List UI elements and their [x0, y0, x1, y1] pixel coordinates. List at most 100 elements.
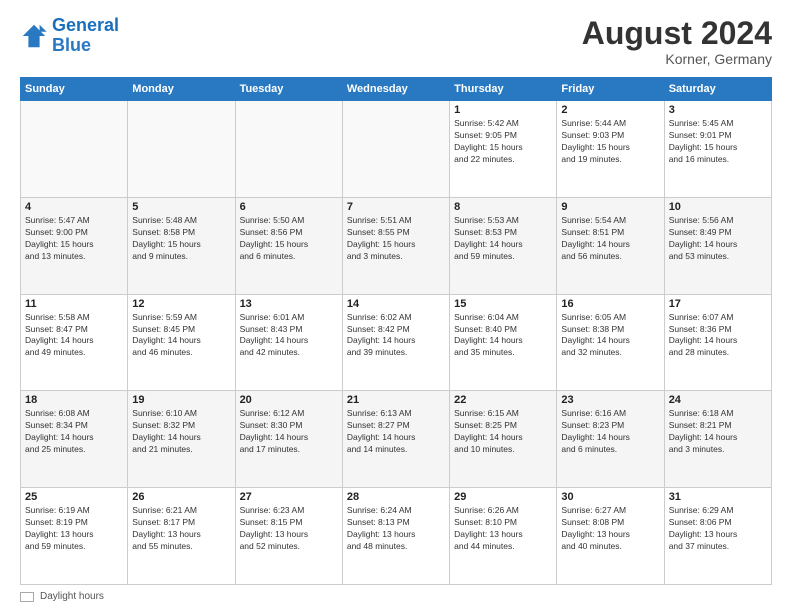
day-number: 15 — [454, 298, 552, 310]
location: Korner, Germany — [582, 51, 772, 67]
day-info: Sunrise: 6:26 AM Sunset: 8:10 PM Dayligh… — [454, 505, 552, 553]
day-info: Sunrise: 5:54 AM Sunset: 8:51 PM Dayligh… — [561, 215, 659, 263]
day-number: 19 — [132, 394, 230, 406]
calendar-cell: 9Sunrise: 5:54 AM Sunset: 8:51 PM Daylig… — [557, 197, 664, 294]
calendar-cell — [342, 101, 449, 198]
calendar-cell: 2 Sunrise: 5:44 AM Sunset: 9:03 PM Daylig… — [557, 101, 664, 198]
day-number: 11 — [25, 298, 123, 310]
day-info: Sunrise: 6:27 AM Sunset: 8:08 PM Dayligh… — [561, 505, 659, 553]
calendar-cell: 12Sunrise: 5:59 AM Sunset: 8:45 PM Dayli… — [128, 294, 235, 391]
calendar-cell: 19Sunrise: 6:10 AM Sunset: 8:32 PM Dayli… — [128, 391, 235, 488]
day-number: 26 — [132, 491, 230, 503]
calendar-cell: 8Sunrise: 5:53 AM Sunset: 8:53 PM Daylig… — [450, 197, 557, 294]
day-info: Sunrise: 6:07 AM Sunset: 8:36 PM Dayligh… — [669, 312, 767, 360]
title-block: August 2024 Korner, Germany — [582, 16, 772, 67]
calendar-cell: 15 Sunrise: 6:04 AM Sunset: 8:40 PM Dayli… — [450, 294, 557, 391]
day-number: 17 — [669, 298, 767, 310]
calendar-cell — [128, 101, 235, 198]
day-header-tuesday: Tuesday — [235, 78, 342, 101]
day-info: Sunrise: 5:51 AM Sunset: 8:55 PM Dayligh… — [347, 215, 445, 263]
day-info: Sunrise: 5:44 AM Sunset: 9:03 PM Dayligh… — [561, 118, 659, 166]
day-info: Sunrise: 6:29 AM Sunset: 8:06 PM Dayligh… — [669, 505, 767, 553]
day-number: 1 — [454, 104, 552, 116]
calendar-cell: 29 Sunrise: 6:26 AM Sunset: 8:10 PM Dayli… — [450, 488, 557, 585]
day-info: Sunrise: 5:58 AM Sunset: 8:47 PM Dayligh… — [25, 312, 123, 360]
day-number: 8 — [454, 201, 552, 213]
day-info: Sunrise: 5:47 AM Sunset: 9:00 PM Dayligh… — [25, 215, 123, 263]
calendar-cell: 16Sunrise: 6:05 AM Sunset: 8:38 PM Dayli… — [557, 294, 664, 391]
day-info: Sunrise: 6:04 AM Sunset: 8:40 PM Dayligh… — [454, 312, 552, 360]
day-header-saturday: Saturday — [664, 78, 771, 101]
day-number: 13 — [240, 298, 338, 310]
logo-text: General Blue — [52, 16, 119, 56]
calendar-cell: 28 Sunrise: 6:24 AM Sunset: 8:13 PM Dayli… — [342, 488, 449, 585]
calendar-cell: 17 Sunrise: 6:07 AM Sunset: 8:36 PM Dayli… — [664, 294, 771, 391]
logo: General Blue — [20, 16, 119, 56]
day-info: Sunrise: 5:50 AM Sunset: 8:56 PM Dayligh… — [240, 215, 338, 263]
calendar-cell: 30 Sunrise: 6:27 AM Sunset: 8:08 PM Dayli… — [557, 488, 664, 585]
footer-box — [20, 592, 34, 602]
day-number: 18 — [25, 394, 123, 406]
day-number: 22 — [454, 394, 552, 406]
week-row-5: 25Sunrise: 6:19 AM Sunset: 8:19 PM Dayli… — [21, 488, 772, 585]
calendar-cell: 21Sunrise: 6:13 AM Sunset: 8:27 PM Dayli… — [342, 391, 449, 488]
day-number: 7 — [347, 201, 445, 213]
day-info: Sunrise: 5:45 AM Sunset: 9:01 PM Dayligh… — [669, 118, 767, 166]
calendar-cell: 13 Sunrise: 6:01 AM Sunset: 8:43 PM Dayli… — [235, 294, 342, 391]
day-number: 4 — [25, 201, 123, 213]
day-number: 27 — [240, 491, 338, 503]
day-number: 20 — [240, 394, 338, 406]
calendar-cell: 20Sunrise: 6:12 AM Sunset: 8:30 PM Dayli… — [235, 391, 342, 488]
day-header-wednesday: Wednesday — [342, 78, 449, 101]
day-info: Sunrise: 6:16 AM Sunset: 8:23 PM Dayligh… — [561, 408, 659, 456]
day-number: 30 — [561, 491, 659, 503]
day-info: Sunrise: 6:24 AM Sunset: 8:13 PM Dayligh… — [347, 505, 445, 553]
day-info: Sunrise: 6:18 AM Sunset: 8:21 PM Dayligh… — [669, 408, 767, 456]
footer: Daylight hours — [20, 591, 772, 602]
footer-label: Daylight hours — [40, 591, 104, 602]
day-info: Sunrise: 5:48 AM Sunset: 8:58 PM Dayligh… — [132, 215, 230, 263]
day-number: 6 — [240, 201, 338, 213]
calendar-cell: 23 Sunrise: 6:16 AM Sunset: 8:23 PM Dayli… — [557, 391, 664, 488]
day-header-thursday: Thursday — [450, 78, 557, 101]
calendar-cell: 24 Sunrise: 6:18 AM Sunset: 8:21 PM Dayli… — [664, 391, 771, 488]
calendar-cell — [235, 101, 342, 198]
week-row-2: 4 Sunrise: 5:47 AM Sunset: 9:00 PM Daylig… — [21, 197, 772, 294]
day-header-monday: Monday — [128, 78, 235, 101]
day-info: Sunrise: 6:02 AM Sunset: 8:42 PM Dayligh… — [347, 312, 445, 360]
day-header-friday: Friday — [557, 78, 664, 101]
calendar-table: SundayMondayTuesdayWednesdayThursdayFrid… — [20, 77, 772, 585]
calendar-cell: 1 Sunrise: 5:42 AM Sunset: 9:05 PM Daylig… — [450, 101, 557, 198]
calendar-cell: 7 Sunrise: 5:51 AM Sunset: 8:55 PM Daylig… — [342, 197, 449, 294]
calendar-cell: 4 Sunrise: 5:47 AM Sunset: 9:00 PM Daylig… — [21, 197, 128, 294]
day-info: Sunrise: 5:42 AM Sunset: 9:05 PM Dayligh… — [454, 118, 552, 166]
calendar-cell: 18 Sunrise: 6:08 AM Sunset: 8:34 PM Dayli… — [21, 391, 128, 488]
calendar-cell: 31 Sunrise: 6:29 AM Sunset: 8:06 PM Dayli… — [664, 488, 771, 585]
day-number: 28 — [347, 491, 445, 503]
calendar-cell: 3Sunrise: 5:45 AM Sunset: 9:01 PM Daylig… — [664, 101, 771, 198]
week-row-1: 1 Sunrise: 5:42 AM Sunset: 9:05 PM Daylig… — [21, 101, 772, 198]
day-number: 31 — [669, 491, 767, 503]
calendar-cell: 27Sunrise: 6:23 AM Sunset: 8:15 PM Dayli… — [235, 488, 342, 585]
header: General Blue August 2024 Korner, Germany — [20, 16, 772, 67]
day-info: Sunrise: 6:08 AM Sunset: 8:34 PM Dayligh… — [25, 408, 123, 456]
day-number: 2 — [561, 104, 659, 116]
page: General Blue August 2024 Korner, Germany… — [0, 0, 792, 612]
day-header-sunday: Sunday — [21, 78, 128, 101]
day-info: Sunrise: 6:01 AM Sunset: 8:43 PM Dayligh… — [240, 312, 338, 360]
calendar-cell: 25Sunrise: 6:19 AM Sunset: 8:19 PM Dayli… — [21, 488, 128, 585]
day-info: Sunrise: 6:13 AM Sunset: 8:27 PM Dayligh… — [347, 408, 445, 456]
day-info: Sunrise: 6:21 AM Sunset: 8:17 PM Dayligh… — [132, 505, 230, 553]
week-row-3: 11 Sunrise: 5:58 AM Sunset: 8:47 PM Dayli… — [21, 294, 772, 391]
calendar-cell: 11 Sunrise: 5:58 AM Sunset: 8:47 PM Dayli… — [21, 294, 128, 391]
day-info: Sunrise: 6:15 AM Sunset: 8:25 PM Dayligh… — [454, 408, 552, 456]
calendar-cell: 26 Sunrise: 6:21 AM Sunset: 8:17 PM Dayli… — [128, 488, 235, 585]
day-number: 23 — [561, 394, 659, 406]
logo-icon — [20, 22, 48, 50]
calendar-cell: 6 Sunrise: 5:50 AM Sunset: 8:56 PM Daylig… — [235, 197, 342, 294]
day-number: 29 — [454, 491, 552, 503]
day-info: Sunrise: 5:59 AM Sunset: 8:45 PM Dayligh… — [132, 312, 230, 360]
calendar-cell: 22 Sunrise: 6:15 AM Sunset: 8:25 PM Dayli… — [450, 391, 557, 488]
calendar-cell: 5Sunrise: 5:48 AM Sunset: 8:58 PM Daylig… — [128, 197, 235, 294]
day-number: 24 — [669, 394, 767, 406]
